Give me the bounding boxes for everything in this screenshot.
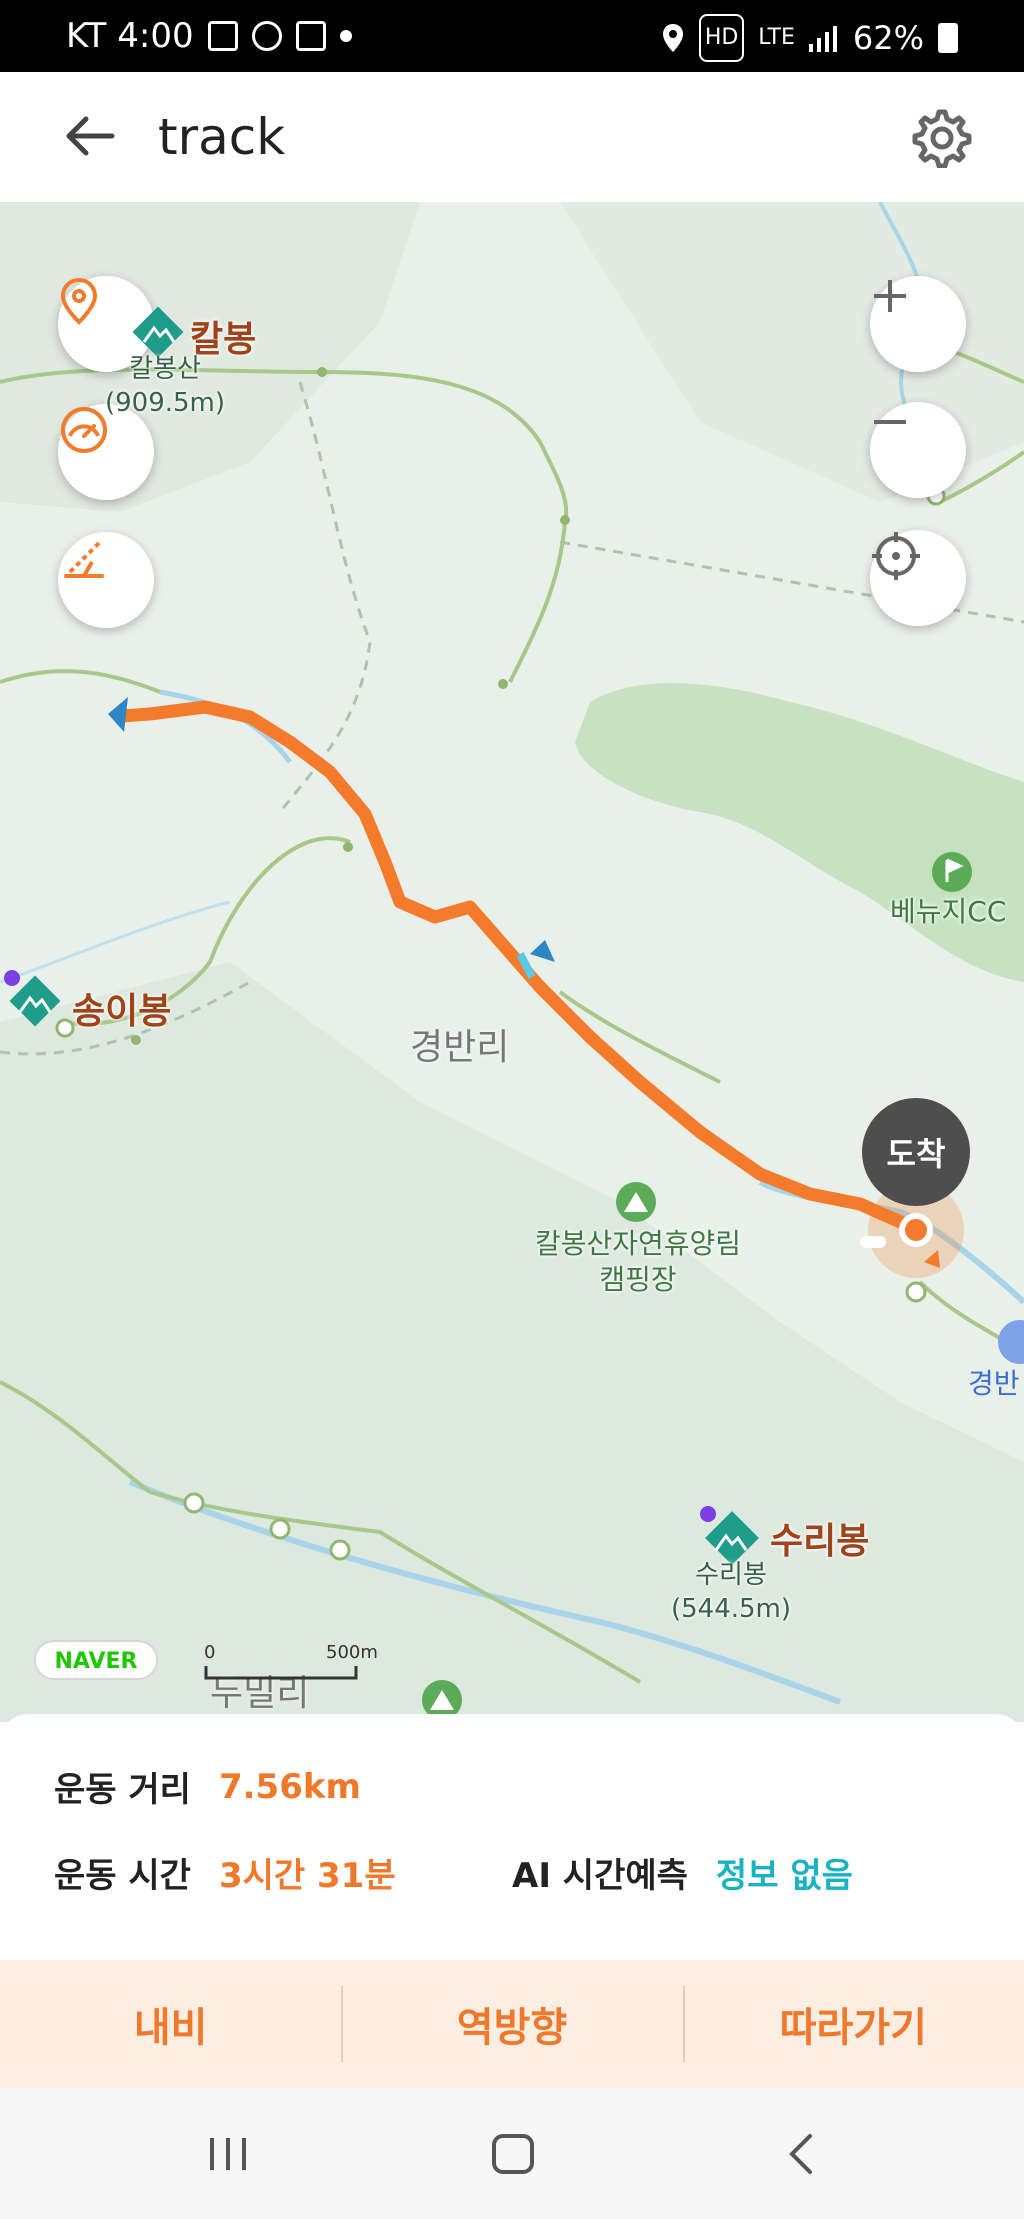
track-info-panel: 운동 거리 7.56km 운동 시간 3시간 31분 AI 시간예측 정보 없음	[0, 1714, 1024, 1960]
peak-label-suribong[interactable]: 수리봉	[770, 1512, 869, 1564]
status-right: HD LTE 62%	[661, 14, 958, 62]
ai-estimate-value: 정보 없음	[715, 1856, 853, 1896]
map-pin-icon	[60, 277, 98, 325]
follow-button[interactable]: 따라가기	[682, 1960, 1024, 2088]
distance-value: 7.56km	[218, 1766, 361, 1807]
calendar-icon	[295, 21, 326, 51]
location-icon	[662, 24, 683, 52]
status-bar: KT 4:00 HD LTE 62%	[0, 0, 1024, 72]
zoom-in-button[interactable]	[870, 276, 966, 372]
peak-sublabel-suribong: 수리봉 (544.5m)	[670, 1560, 792, 1624]
plus-icon	[874, 280, 906, 312]
scale-bar	[204, 1666, 358, 1680]
arrival-badge: 도착	[862, 1098, 970, 1206]
gear-icon[interactable]	[912, 108, 972, 168]
time-row: 운동 시간 3시간 31분	[54, 1848, 396, 1897]
campsite-icon[interactable]	[614, 1180, 658, 1224]
navigation-button[interactable]: 내비	[0, 1960, 341, 2088]
minus-icon	[874, 420, 906, 424]
elevation-button[interactable]	[58, 532, 154, 628]
naver-logo: NAVER	[34, 1640, 158, 1680]
back-arrow-icon[interactable]	[60, 106, 120, 166]
mountain-peak-icon[interactable]	[2, 968, 68, 1034]
golf-icon[interactable]	[930, 850, 974, 894]
hd-icon: HD	[698, 14, 745, 62]
golf-label: 베뉴지CC	[890, 895, 1007, 928]
notification-dot-icon	[339, 30, 352, 42]
peak-sublabel-kalbong: 칼봉산 (909.5m)	[104, 354, 226, 418]
time-value: 3시간 31분	[218, 1856, 396, 1896]
system-back-icon[interactable]	[782, 2132, 822, 2176]
system-nav-bar	[0, 2088, 1024, 2219]
activity-icon	[251, 21, 282, 51]
home-icon[interactable]	[490, 2132, 536, 2176]
village-label-gyeongban: 경반리	[410, 1027, 510, 1068]
campsite-label: 칼봉산자연휴양림 캠핑장	[534, 1227, 742, 1296]
page-title: track	[158, 108, 286, 166]
signal-icon	[808, 26, 837, 52]
slope-icon	[64, 540, 104, 578]
recent-apps-icon[interactable]	[206, 2132, 250, 2176]
ai-estimate-row: AI 시간예측 정보 없음	[512, 1848, 853, 1897]
reverse-button[interactable]: 역방향	[341, 1960, 682, 2088]
scale-end: 500m	[326, 1642, 378, 1663]
gallery-icon	[207, 21, 238, 51]
battery-icon	[938, 23, 958, 53]
edge-poi-label: 경반	[968, 1367, 1020, 1400]
distance-row: 운동 거리 7.56km	[54, 1762, 361, 1811]
lte-icon: LTE	[758, 25, 795, 50]
distance-label: 운동 거리	[54, 1770, 191, 1810]
crosshair-icon	[872, 532, 920, 580]
zoom-out-button[interactable]	[870, 402, 966, 498]
my-location-button[interactable]	[870, 530, 966, 626]
peak-label-songibong[interactable]: 송이봉	[72, 982, 171, 1034]
carrier-time: KT 4:00	[66, 16, 194, 56]
map-view[interactable]: 칼봉 칼봉산 (909.5m) 송이봉 수리봉 수리봉 (544.5m) 경반리…	[0, 202, 1024, 1722]
status-left: KT 4:00	[66, 14, 352, 58]
action-bar: 내비 역방향 따라가기	[0, 1960, 1024, 2088]
app-header: track	[0, 72, 1024, 203]
scale-start: 0	[204, 1642, 216, 1663]
ai-estimate-label: AI 시간예측	[512, 1856, 688, 1896]
battery-percent: 62%	[852, 19, 924, 57]
time-label: 운동 시간	[54, 1856, 191, 1896]
